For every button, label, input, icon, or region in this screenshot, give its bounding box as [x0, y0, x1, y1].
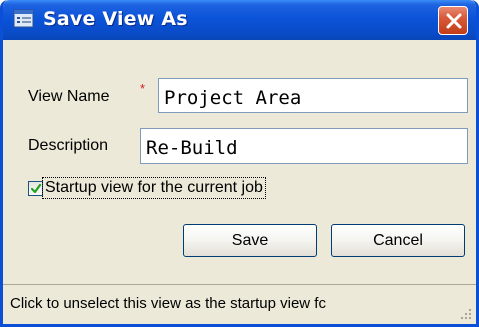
- view-name-label: View Name: [28, 88, 110, 105]
- description-input[interactable]: [140, 128, 468, 164]
- view-name-input[interactable]: [158, 78, 468, 113]
- dialog-title: Save View As: [43, 8, 188, 30]
- save-view-dialog: Save View As View Name * Description Sta…: [0, 0, 479, 327]
- status-message: Click to unselect this view as the start…: [10, 295, 326, 312]
- startup-view-checkbox[interactable]: [28, 181, 43, 196]
- description-label: Description: [28, 137, 109, 154]
- checkmark-icon: [30, 183, 42, 194]
- close-button[interactable]: [438, 6, 468, 35]
- save-button[interactable]: Save: [183, 224, 317, 257]
- required-marker: *: [140, 81, 146, 96]
- window-list-icon: [13, 9, 35, 29]
- resize-grip-icon[interactable]: [459, 307, 472, 320]
- close-icon: [446, 13, 462, 29]
- status-bar: Click to unselect this view as the start…: [3, 284, 476, 324]
- cancel-button[interactable]: Cancel: [331, 224, 465, 257]
- startup-view-label[interactable]: Startup view for the current job: [42, 177, 266, 199]
- title-bar[interactable]: Save View As: [3, 0, 476, 40]
